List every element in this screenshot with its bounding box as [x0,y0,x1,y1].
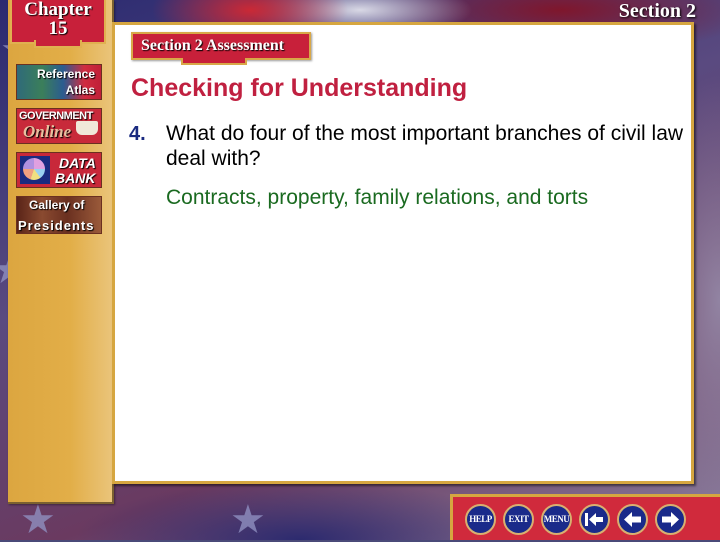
first-slide-button[interactable] [579,504,610,535]
navigation-bar: HELP EXIT MENU [450,494,720,540]
sidebar-item-label: Gallery of [29,198,85,212]
next-button[interactable] [655,504,686,535]
next-arrow-icon [662,512,679,527]
section-assessment-badge: Section 2 Assessment [131,32,311,65]
exit-button[interactable]: EXIT [503,504,534,535]
book-icon [76,121,98,135]
answer-text: Contracts, property, family relations, a… [166,186,589,209]
gallery-of-presidents-button[interactable]: Gallery of Presidents [16,196,102,234]
first-slide-icon [585,513,603,526]
chapter-word: Chapter [24,0,92,20]
previous-button[interactable] [617,504,648,535]
menu-button[interactable]: MENU [541,504,572,535]
sidebar-item-label: Atlas [65,83,95,97]
star-decoration: ★ [230,498,266,542]
chapter-badge: Chapter 15 [10,0,106,48]
question-number: 4. [129,123,146,145]
section-label: Section 2 [618,0,696,22]
sidebar-item-label: Online [23,122,72,141]
sidebar-item-label: Presidents [18,218,95,233]
help-button[interactable]: HELP [465,504,496,535]
star-decoration: ★ [20,498,56,542]
question-text: What do four of the most important branc… [166,122,684,170]
government-online-button[interactable]: GOVERNMENT Online [16,108,102,144]
data-bank-button[interactable]: DATA BANK [16,152,102,188]
pie-chart-icon [23,158,45,180]
sidebar-item-label: BANK [55,170,96,186]
page-title: Checking for Understanding [131,74,468,102]
previous-arrow-icon [624,512,641,527]
sidebar-item-label: Reference [36,67,95,81]
sidebar-item-label: DATA [59,155,96,171]
reference-atlas-button[interactable]: Reference Atlas [16,64,102,100]
chapter-number: 15 [48,18,68,39]
